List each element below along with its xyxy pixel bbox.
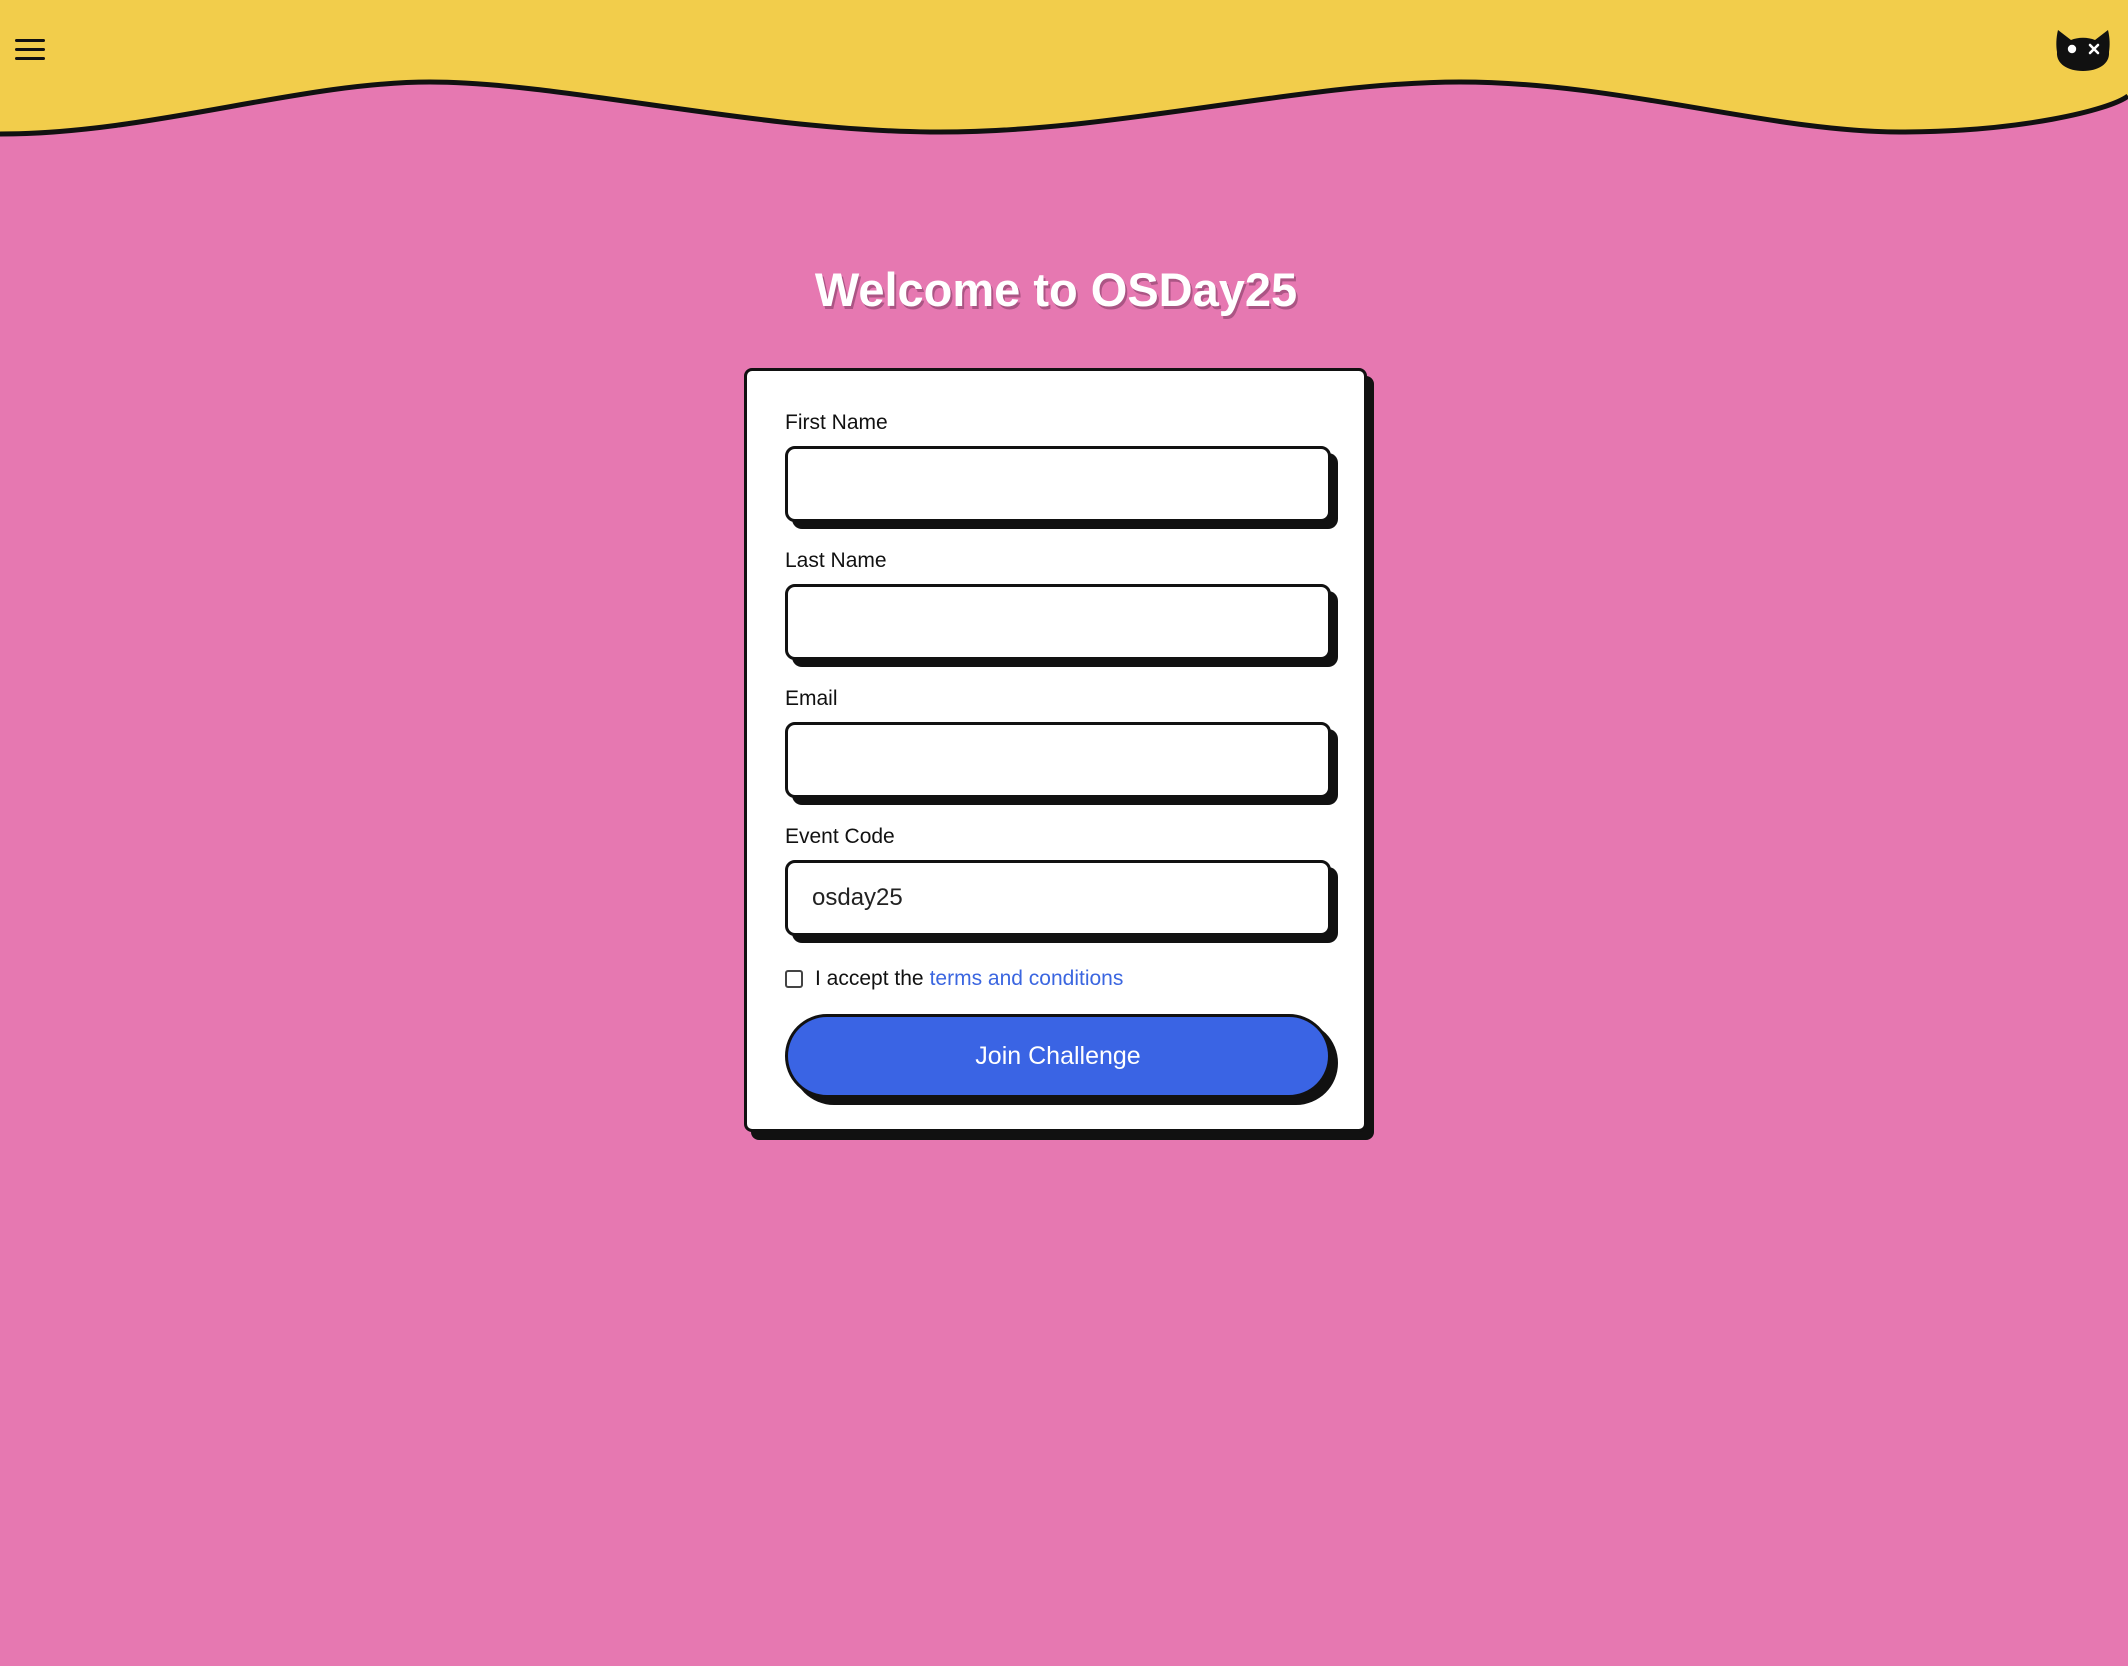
signup-form-card: First Name Last Name Email Event Code I … [744, 368, 1367, 1132]
wavy-banner-background [0, 0, 2128, 137]
last-name-label: Last Name [785, 549, 887, 572]
last-name-field[interactable] [785, 584, 1331, 660]
terms-checkbox[interactable] [785, 970, 803, 988]
join-challenge-button[interactable]: Join Challenge [785, 1014, 1331, 1098]
top-banner [0, 0, 2128, 150]
terms-text: I accept the [815, 967, 924, 990]
terms-link[interactable]: terms and conditions [930, 967, 1124, 991]
first-name-label: First Name [785, 411, 888, 434]
terms-row: I accept the terms and conditions [785, 964, 1123, 994]
first-name-field[interactable] [785, 446, 1331, 522]
email-field[interactable] [785, 722, 1331, 798]
event-code-field[interactable] [785, 860, 1331, 936]
page-title: Welcome to OSDay25 [814, 263, 1298, 316]
email-label: Email [785, 687, 838, 710]
event-code-label: Event Code [785, 825, 895, 848]
hamburger-menu-icon[interactable] [12, 34, 48, 64]
cat-logo-icon[interactable] [2054, 26, 2112, 72]
